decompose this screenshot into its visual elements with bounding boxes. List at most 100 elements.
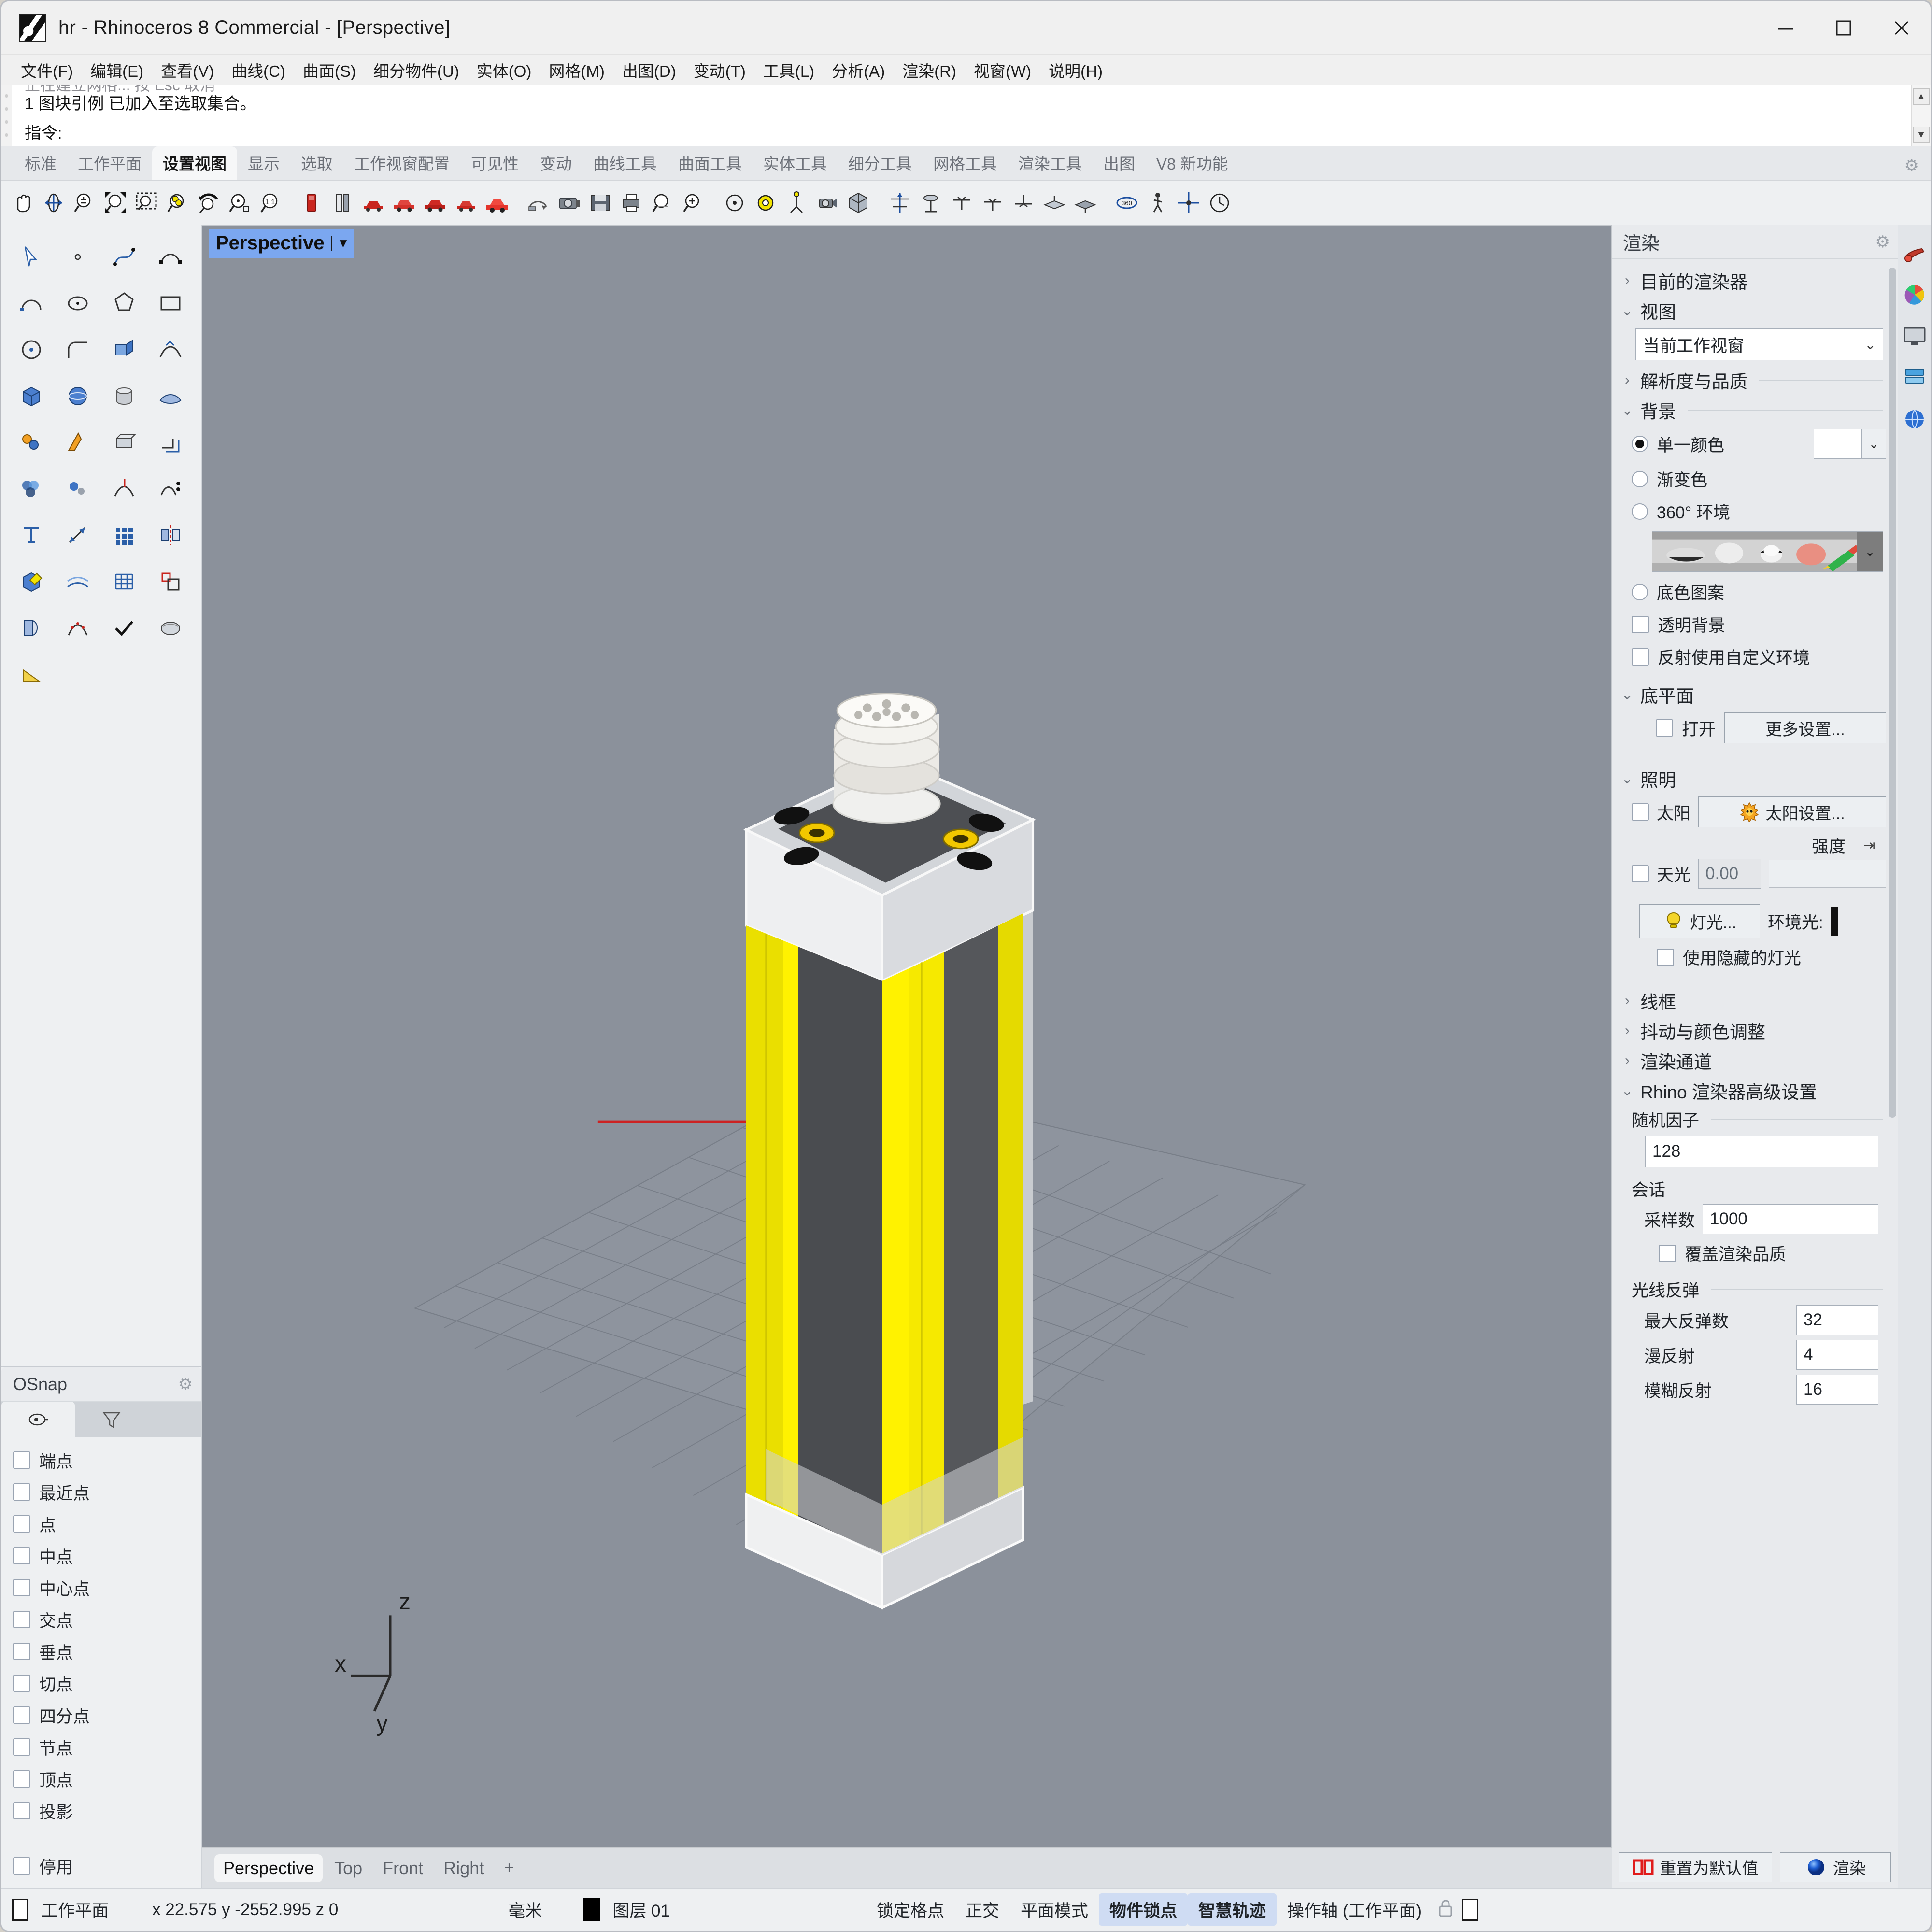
panel-toggle-icon[interactable] xyxy=(1462,1898,1479,1921)
checkbox[interactable] xyxy=(1657,948,1674,966)
seed-value-field[interactable]: 128 xyxy=(1645,1136,1878,1167)
section-lighting[interactable]: ⌄ 照明 xyxy=(1612,764,1898,794)
arc-icon[interactable] xyxy=(8,280,55,327)
menu-surface[interactable]: 曲面(S) xyxy=(295,56,364,85)
tab-mesh-tools[interactable]: 网格工具 xyxy=(923,146,1008,180)
osnap-settings-gear-icon[interactable]: ⚙ xyxy=(178,1375,193,1394)
intensity-slider-handle-icon[interactable]: ⇥ xyxy=(1852,837,1886,854)
lights-button[interactable]: 灯光... xyxy=(1639,904,1760,938)
zoom-target-icon[interactable] xyxy=(224,186,255,220)
car-view-3-icon[interactable] xyxy=(420,186,451,220)
checkbox[interactable] xyxy=(1632,615,1649,633)
layer-color-swatch[interactable] xyxy=(583,1898,600,1921)
grid-array-icon[interactable] xyxy=(101,512,147,558)
two-view-icon[interactable] xyxy=(327,186,358,220)
menu-help[interactable]: 说明(H) xyxy=(1041,56,1110,85)
tab-display[interactable]: 显示 xyxy=(237,146,290,180)
zoom-window-icon[interactable] xyxy=(131,186,162,220)
fillet-icon[interactable] xyxy=(55,327,101,373)
perspective-icon[interactable] xyxy=(884,186,915,220)
save-view-icon[interactable] xyxy=(585,186,616,220)
explode-view-icon[interactable] xyxy=(1173,186,1204,220)
radio-button[interactable] xyxy=(1632,503,1648,520)
checkbox[interactable] xyxy=(1656,719,1673,737)
named-view-icon[interactable] xyxy=(296,186,327,220)
section-wireframe[interactable]: › 线框 xyxy=(1612,986,1898,1016)
menu-edit[interactable]: 编辑(E) xyxy=(83,56,151,85)
zoom-icon[interactable] xyxy=(69,186,100,220)
osnap-item-nearest[interactable]: 最近点 xyxy=(13,1477,201,1507)
checkbox[interactable] xyxy=(13,1802,30,1819)
toggle-osnap[interactable]: 物件锁点 xyxy=(1099,1893,1188,1926)
osnap-item-intersection[interactable]: 交点 xyxy=(13,1605,201,1634)
menu-transform[interactable]: 变动(T) xyxy=(686,56,753,85)
target-icon[interactable] xyxy=(719,186,750,220)
toolbar-settings-gear-icon[interactable]: ⚙ xyxy=(1904,156,1919,180)
osnap-item-midpoint[interactable]: 中点 xyxy=(13,1541,201,1571)
checkbox[interactable] xyxy=(13,1515,30,1533)
toggle-gumball[interactable]: 操作轴 (工作平面) xyxy=(1277,1893,1432,1926)
menu-window[interactable]: 视窗(W) xyxy=(966,56,1039,85)
close-icon[interactable] xyxy=(1873,1,1931,54)
plane-2-icon[interactable] xyxy=(1070,186,1101,220)
viewport-tab-front[interactable]: Front xyxy=(374,1854,432,1882)
display-icon[interactable] xyxy=(1901,323,1928,350)
section-3-icon[interactable] xyxy=(1008,186,1039,220)
cylinder-icon[interactable] xyxy=(101,373,147,419)
checkbox[interactable] xyxy=(13,1611,30,1628)
background-option-wallpaper[interactable]: 底色图案 xyxy=(1612,576,1898,608)
dimension-icon[interactable] xyxy=(55,512,101,558)
menu-mesh[interactable]: 网格(M) xyxy=(541,56,612,85)
box-icon[interactable] xyxy=(8,373,55,419)
tab-select[interactable]: 选取 xyxy=(290,146,343,180)
wedge-icon[interactable] xyxy=(8,651,55,697)
osnap-item-knot[interactable]: 节点 xyxy=(13,1732,201,1762)
loft-icon[interactable] xyxy=(55,558,101,605)
trim-icon[interactable] xyxy=(101,466,147,512)
toggle-smarttrack[interactable]: 智慧轨迹 xyxy=(1188,1893,1277,1926)
point-icon[interactable] xyxy=(55,234,101,280)
toggle-ortho[interactable]: 正交 xyxy=(955,1893,1010,1926)
car-view-1-icon[interactable] xyxy=(358,186,389,220)
section-background[interactable]: ⌄ 背景 xyxy=(1612,395,1898,425)
curve-icon[interactable] xyxy=(101,234,147,280)
background-option-360-environment[interactable]: 360° 环境 xyxy=(1612,495,1898,527)
maximize-icon[interactable] xyxy=(1815,1,1873,54)
chevron-down-icon[interactable]: ⌄ xyxy=(1862,429,1886,459)
car-red-icon[interactable] xyxy=(482,186,512,220)
check-icon[interactable] xyxy=(101,605,147,651)
checkbox[interactable] xyxy=(13,1579,30,1596)
join-icon[interactable] xyxy=(8,419,55,466)
minimize-icon[interactable] xyxy=(1757,1,1815,54)
reset-defaults-button[interactable]: 重置为默认值 xyxy=(1619,1852,1772,1882)
section-dither-color[interactable]: › 抖动与颜色调整 xyxy=(1612,1016,1898,1046)
rotate-view-icon[interactable] xyxy=(38,186,69,220)
smooth-icon[interactable] xyxy=(147,605,194,651)
section-current-renderer[interactable]: › 目前的渲染器 xyxy=(1612,266,1898,296)
checkbox[interactable] xyxy=(13,1451,30,1469)
sweep-icon[interactable] xyxy=(147,327,194,373)
checkbox[interactable] xyxy=(13,1483,30,1501)
background-color-picker[interactable]: ⌄ xyxy=(1814,429,1886,459)
checkbox-override-quality[interactable]: 覆盖渲染品质 xyxy=(1612,1237,1898,1269)
tab-solid-tools[interactable]: 实体工具 xyxy=(753,146,838,180)
pan-icon[interactable] xyxy=(7,186,38,220)
command-scrollbar[interactable]: ▲ ▼ xyxy=(1911,85,1931,146)
chevron-right-icon[interactable]: › xyxy=(1621,272,1634,289)
section-ground-plane[interactable]: ⌄ 底平面 xyxy=(1612,680,1898,710)
viewport-tab-top[interactable]: Top xyxy=(326,1854,371,1882)
status-units[interactable]: 毫米 xyxy=(496,1897,554,1922)
menu-file[interactable]: 文件(F) xyxy=(13,56,81,85)
checkbox-use-hidden-lights[interactable]: 使用隐藏的灯光 xyxy=(1612,941,1898,973)
checkbox[interactable] xyxy=(13,1675,30,1692)
osnap-item-tangent[interactable]: 切点 xyxy=(13,1668,201,1698)
checkbox[interactable] xyxy=(13,1706,30,1724)
tab-standard[interactable]: 标准 xyxy=(14,146,67,180)
section-1-icon[interactable] xyxy=(946,186,977,220)
osnap-item-quadrant[interactable]: 四分点 xyxy=(13,1700,201,1730)
chevron-down-icon[interactable]: ⌄ xyxy=(1621,686,1634,703)
skylight-intensity-slider[interactable] xyxy=(1769,860,1886,888)
material-icon[interactable] xyxy=(1901,240,1928,267)
osnap-item-vertex[interactable]: 顶点 xyxy=(13,1764,201,1794)
checkbox[interactable] xyxy=(13,1643,30,1660)
